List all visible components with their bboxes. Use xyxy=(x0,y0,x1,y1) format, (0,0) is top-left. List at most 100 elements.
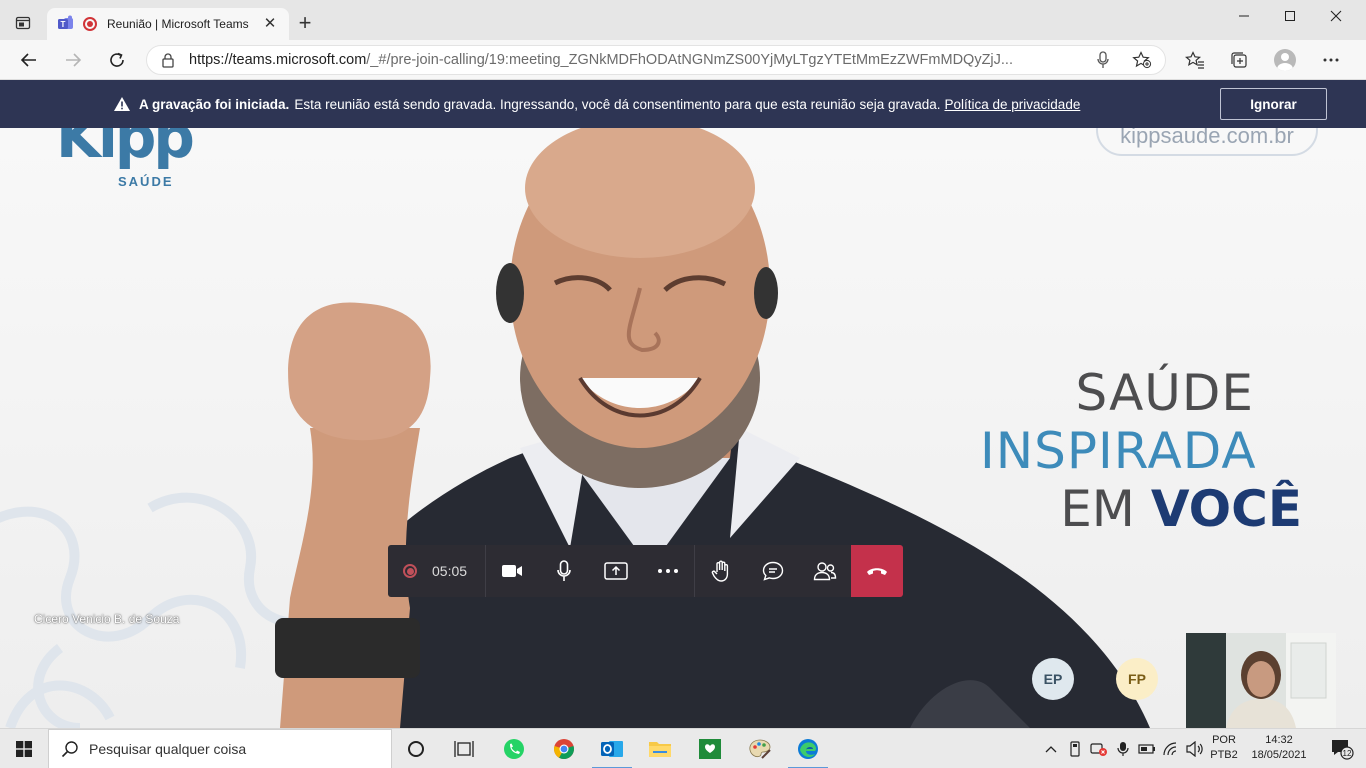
share-screen-button[interactable] xyxy=(590,545,642,597)
tab-close-icon[interactable]: ✕ xyxy=(261,15,279,33)
participant-avatar-fp[interactable]: FP xyxy=(1116,658,1158,700)
tray-app-icon[interactable] xyxy=(1064,729,1086,768)
browser-tab-teams[interactable]: T Reunião | Microsoft Teams ✕ xyxy=(47,8,289,40)
camera-blocked-icon xyxy=(1090,743,1107,756)
browser-tab-strip: T Reunião | Microsoft Teams ✕ + xyxy=(0,0,1366,40)
chat-button[interactable] xyxy=(747,545,799,597)
collections-icon[interactable] xyxy=(1228,49,1250,71)
refresh-icon[interactable] xyxy=(104,48,130,72)
whatsapp-app[interactable] xyxy=(490,729,538,768)
profile-avatar xyxy=(1274,49,1296,71)
banner-title: A gravação foi iniciada. xyxy=(139,96,290,112)
new-tab-icon[interactable]: + xyxy=(295,12,315,34)
clock-time: 14:32 xyxy=(1265,734,1293,746)
wifi-tray-icon[interactable] xyxy=(1160,729,1182,768)
brand-logo: Kipp xyxy=(56,128,195,171)
battery-tray-icon[interactable] xyxy=(1136,729,1158,768)
microphone-button[interactable] xyxy=(538,545,590,597)
self-view-thumbnail[interactable] xyxy=(1186,633,1336,728)
self-view-image xyxy=(1186,633,1336,728)
cortana-button[interactable] xyxy=(392,729,440,768)
banner-message: A gravação foi iniciada. Esta reunião es… xyxy=(113,80,1080,128)
task-view-button[interactable] xyxy=(440,729,488,768)
raise-hand-button[interactable] xyxy=(695,545,747,597)
speaker-icon xyxy=(1186,741,1203,757)
video-stage: Kipp SAÚDE kippsaude.com.br SAÚDE INSPIR… xyxy=(0,128,1366,728)
paint-app[interactable] xyxy=(736,729,784,768)
back-icon[interactable] xyxy=(16,48,42,72)
camera-icon xyxy=(502,565,522,577)
search-icon xyxy=(61,741,78,758)
chat-icon xyxy=(762,561,784,581)
address-bar[interactable]: https://teams.microsoft.com/_#/pre-join-… xyxy=(146,45,1166,75)
file-explorer-app[interactable] xyxy=(636,729,684,768)
hang-up-icon xyxy=(867,568,887,575)
profile-avatar-icon[interactable] xyxy=(1274,49,1296,71)
volume-tray-icon[interactable] xyxy=(1184,729,1206,768)
privacy-policy-link[interactable]: Política de privacidade xyxy=(945,97,1081,112)
chrome-icon xyxy=(554,739,574,760)
security-tray-icon[interactable] xyxy=(1088,729,1110,768)
recording-dot-icon xyxy=(403,564,417,578)
hang-up-button[interactable] xyxy=(851,545,903,597)
brand-subtitle: SAÚDE xyxy=(118,174,174,189)
usb-device-icon xyxy=(1070,741,1080,757)
outlook-icon xyxy=(601,741,623,757)
minimize-icon[interactable] xyxy=(1221,4,1267,28)
task-view-icon xyxy=(454,741,474,757)
forward-icon[interactable] xyxy=(60,48,86,72)
camera-button[interactable] xyxy=(486,545,538,597)
url-text[interactable]: https://teams.microsoft.com/_#/pre-join-… xyxy=(189,52,1087,68)
action-center-button[interactable]: 12 xyxy=(1318,729,1366,768)
teams-icon: T xyxy=(57,15,75,33)
wifi-icon xyxy=(1163,742,1177,756)
taskbar-search[interactable]: Pesquisar qualquer coisa xyxy=(48,729,392,768)
notification-count: 12 xyxy=(1343,749,1352,758)
outlook-app[interactable] xyxy=(588,729,636,768)
paint-palette-icon xyxy=(749,739,771,759)
language-code: POR xyxy=(1212,734,1236,746)
warning-icon xyxy=(114,97,130,111)
recording-indicator-icon xyxy=(83,17,97,31)
show-hidden-icons[interactable] xyxy=(1040,729,1062,768)
more-actions-button[interactable] xyxy=(642,545,694,597)
edge-app[interactable] xyxy=(784,729,832,768)
mic-tray-icon[interactable] xyxy=(1112,729,1134,768)
solitaire-app[interactable] xyxy=(686,729,734,768)
add-favorite-icon[interactable] xyxy=(1131,50,1153,70)
raise-hand-icon xyxy=(711,560,729,582)
close-window-icon[interactable] xyxy=(1313,4,1359,28)
ignore-button[interactable]: Ignorar xyxy=(1220,88,1327,120)
favorites-icon[interactable] xyxy=(1184,49,1206,71)
input-language[interactable]: POR PTB2 xyxy=(1208,733,1240,763)
recording-timer: 05:05 xyxy=(388,545,486,597)
battery-icon xyxy=(1138,744,1155,754)
more-actions-icon xyxy=(658,569,678,573)
taskbar-clock[interactable]: 14:32 18/05/2021 xyxy=(1242,733,1316,763)
microphone-tray-icon xyxy=(1117,742,1129,756)
tab-title: Reunião | Microsoft Teams xyxy=(107,17,249,31)
svg-text:T: T xyxy=(61,20,66,29)
chrome-app[interactable] xyxy=(540,729,588,768)
maximize-icon[interactable] xyxy=(1267,4,1313,28)
participant-avatar-ep[interactable]: EP xyxy=(1032,658,1074,700)
chevron-up-icon xyxy=(1045,746,1057,753)
url-path: /_#/pre-join-calling/19:meeting_ZGNkMDFh… xyxy=(366,52,1013,68)
windows-taskbar: Pesquisar qualquer coisa POR PTB2 14:32 … xyxy=(0,728,1366,768)
call-controls-bar: 05:05 xyxy=(388,545,903,597)
banner-text: Esta reunião está sendo gravada. Ingress… xyxy=(294,96,941,112)
whatsapp-icon xyxy=(504,739,524,759)
participant-name-label: Cicero Venicio B. de Souza xyxy=(34,612,180,626)
participants-icon xyxy=(813,562,837,581)
voice-search-icon[interactable] xyxy=(1093,50,1113,70)
more-options-icon[interactable] xyxy=(1320,49,1342,71)
clock-date: 18/05/2021 xyxy=(1251,749,1307,761)
cards-game-icon xyxy=(699,739,721,759)
windows-logo-icon xyxy=(16,741,32,757)
participants-button[interactable] xyxy=(799,545,851,597)
tab-actions-icon[interactable] xyxy=(12,12,34,34)
start-button[interactable] xyxy=(0,729,48,768)
lock-icon[interactable] xyxy=(159,51,177,69)
cortana-icon xyxy=(408,741,424,757)
keyboard-layout: PTB2 xyxy=(1210,749,1238,761)
